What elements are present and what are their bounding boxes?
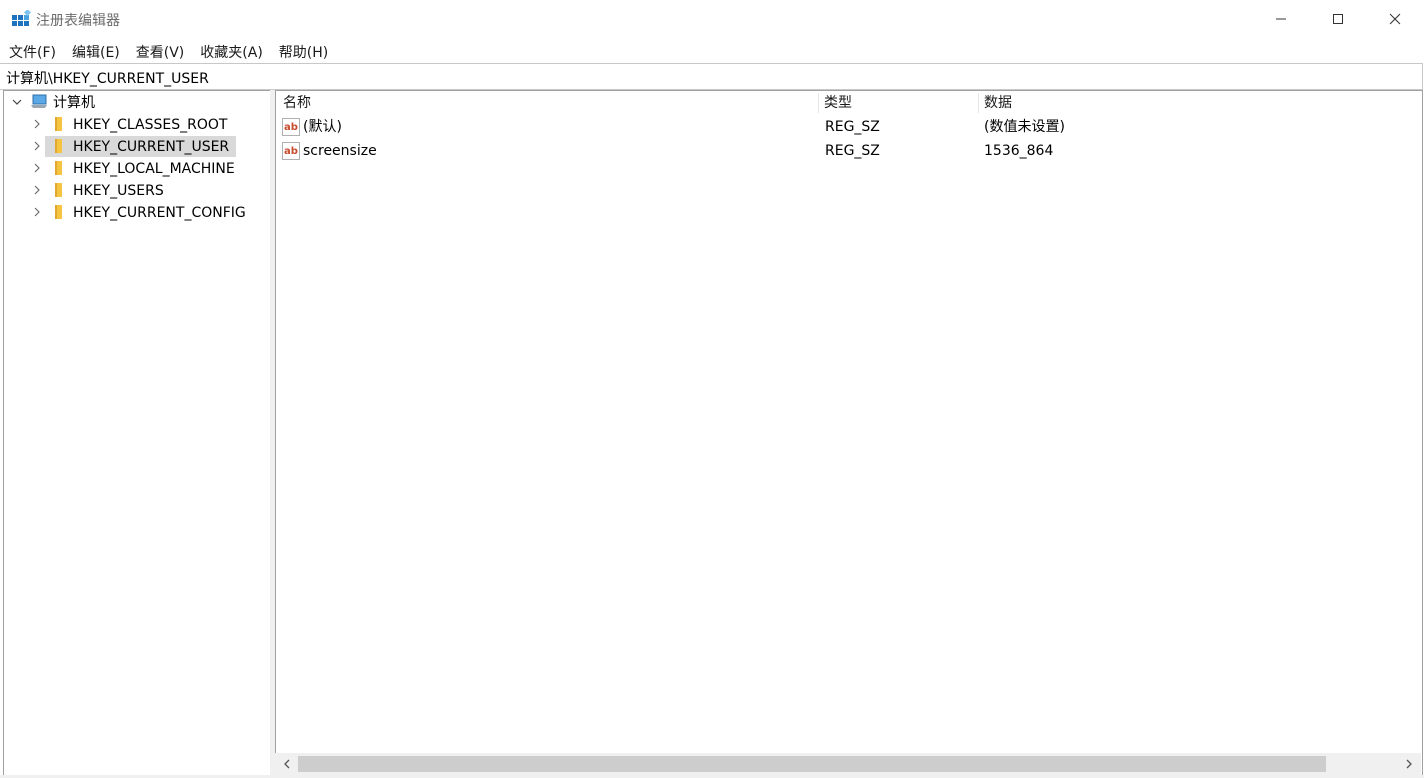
scroll-right-button[interactable] bbox=[1399, 753, 1419, 775]
chevron-left-icon bbox=[284, 759, 290, 769]
address-bar[interactable]: 计算机\HKEY_CURRENT_USER bbox=[0, 63, 1423, 90]
value-data: 1536_864 bbox=[984, 143, 1054, 159]
key-tree-pane[interactable]: 计算机 HKEY_CLASSES_ROOT HKEY_CURRENT_USER bbox=[3, 90, 271, 776]
tree-item-hkey-local-machine[interactable]: HKEY_LOCAL_MACHINE bbox=[4, 157, 264, 179]
maximize-icon bbox=[1333, 14, 1343, 24]
expand-chevron-icon[interactable] bbox=[32, 179, 42, 201]
minimize-button[interactable] bbox=[1252, 0, 1310, 38]
menu-edit[interactable]: 编辑(E) bbox=[63, 39, 127, 62]
tree-item-label[interactable]: HKEY_LOCAL_MACHINE bbox=[69, 159, 239, 179]
collapse-chevron-icon[interactable] bbox=[12, 91, 22, 113]
folder-icon bbox=[55, 183, 62, 197]
column-header-name[interactable]: 名称 bbox=[283, 91, 311, 115]
minimize-icon bbox=[1276, 18, 1286, 20]
svg-text:ab: ab bbox=[284, 122, 298, 133]
values-list-pane[interactable]: 名称 类型 数据 ab (默认) REG_SZ (数值未设置) ab scree… bbox=[275, 90, 1423, 776]
regedit-window: 注册表编辑器 文件(F) 编辑(E) 查看(V) 收藏夹(A) 帮助(H) 计算… bbox=[0, 0, 1424, 778]
tree-root-label[interactable]: 计算机 bbox=[49, 93, 99, 113]
tree-item-hkey-current-user[interactable]: HKEY_CURRENT_USER bbox=[4, 135, 264, 157]
tree-item-hkey-classes-root[interactable]: HKEY_CLASSES_ROOT bbox=[4, 113, 264, 135]
folder-icon bbox=[55, 139, 62, 153]
column-divider[interactable] bbox=[978, 93, 979, 113]
expand-chevron-icon[interactable] bbox=[32, 113, 42, 135]
value-data: (数值未设置) bbox=[984, 119, 1065, 135]
scroll-left-button[interactable] bbox=[277, 753, 297, 775]
chevron-right-icon bbox=[1406, 759, 1412, 769]
window-title: 注册表编辑器 bbox=[36, 13, 120, 29]
menu-file[interactable]: 文件(F) bbox=[0, 39, 63, 62]
menu-help[interactable]: 帮助(H) bbox=[270, 39, 335, 62]
value-name: screensize bbox=[303, 143, 377, 159]
string-value-icon: ab bbox=[282, 118, 300, 136]
expand-chevron-icon[interactable] bbox=[32, 157, 42, 179]
column-header-data[interactable]: 数据 bbox=[984, 91, 1012, 115]
list-item[interactable]: ab (默认) REG_SZ (数值未设置) bbox=[276, 115, 1416, 139]
menu-favorites[interactable]: 收藏夹(A) bbox=[191, 39, 270, 62]
tree-item-label[interactable]: HKEY_USERS bbox=[69, 181, 168, 201]
expand-chevron-icon[interactable] bbox=[32, 135, 42, 157]
tree-item-label[interactable]: HKEY_CLASSES_ROOT bbox=[69, 115, 231, 135]
column-header-type[interactable]: 类型 bbox=[824, 91, 852, 115]
value-type: REG_SZ bbox=[825, 143, 880, 159]
tree-item-hkey-current-config[interactable]: HKEY_CURRENT_CONFIG bbox=[4, 201, 264, 223]
folder-icon bbox=[55, 205, 62, 219]
maximize-button[interactable] bbox=[1309, 0, 1367, 38]
menu-bar: 文件(F) 编辑(E) 查看(V) 收藏夹(A) 帮助(H) bbox=[0, 39, 335, 62]
column-divider[interactable] bbox=[818, 93, 819, 113]
horizontal-scrollbar[interactable] bbox=[275, 753, 1421, 775]
tree-item-label[interactable]: HKEY_CURRENT_USER bbox=[69, 137, 233, 157]
expand-chevron-icon[interactable] bbox=[32, 201, 42, 223]
close-button[interactable] bbox=[1366, 0, 1424, 38]
folder-icon bbox=[55, 117, 62, 131]
value-name: (默认) bbox=[303, 119, 342, 135]
tree-item-label[interactable]: HKEY_CURRENT_CONFIG bbox=[69, 203, 250, 223]
tree-root-computer[interactable]: 计算机 bbox=[4, 91, 264, 113]
folder-icon bbox=[55, 161, 62, 175]
scrollbar-thumb[interactable] bbox=[298, 756, 1326, 772]
title-bar: 注册表编辑器 bbox=[0, 0, 1424, 38]
computer-icon bbox=[31, 94, 47, 108]
regedit-app-icon bbox=[12, 10, 31, 26]
list-item[interactable]: ab screensize REG_SZ 1536_864 bbox=[276, 139, 1416, 163]
value-type: REG_SZ bbox=[825, 119, 880, 135]
menu-view[interactable]: 查看(V) bbox=[127, 39, 192, 62]
string-value-icon: ab bbox=[282, 142, 300, 160]
close-icon bbox=[1389, 13, 1401, 25]
svg-text:ab: ab bbox=[284, 146, 298, 157]
address-path[interactable]: 计算机\HKEY_CURRENT_USER bbox=[6, 68, 209, 88]
tree-item-hkey-users[interactable]: HKEY_USERS bbox=[4, 179, 264, 201]
